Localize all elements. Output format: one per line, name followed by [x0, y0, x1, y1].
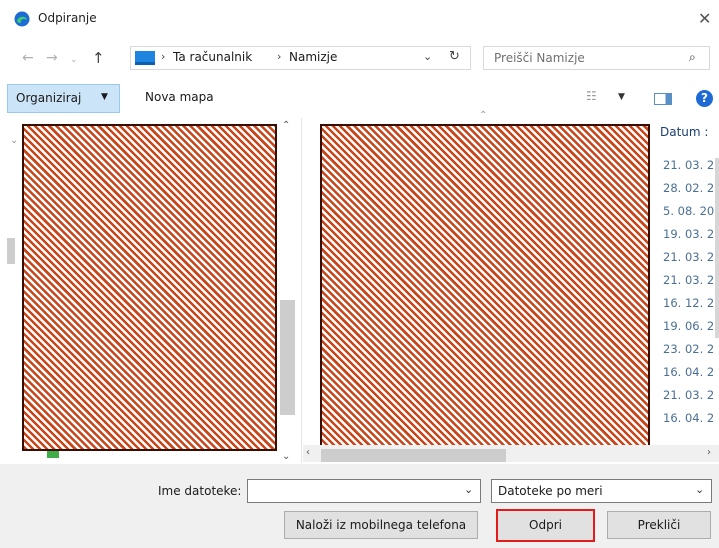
file-list-pane[interactable]: ⌃ Datum : 21. 03. 2 28. 02. 2 5. 08. 20 …: [303, 110, 719, 463]
file-date-cell[interactable]: 21. 03. 2: [663, 273, 714, 287]
nav-scrollbar-thumb[interactable]: [280, 300, 295, 415]
sort-caret-icon: ⌃: [479, 110, 488, 121]
up-arrow-icon[interactable]: ↑: [92, 49, 105, 67]
file-date-cell[interactable]: 16. 12. 2: [663, 296, 714, 310]
scroll-down-icon[interactable]: ⌄: [282, 451, 290, 462]
title-bar: Odpiranje ✕: [0, 0, 719, 38]
file-type-value: Datoteke po meri: [498, 484, 603, 498]
window-title: Odpiranje: [38, 11, 97, 25]
help-icon[interactable]: ?: [696, 90, 713, 107]
organize-button[interactable]: Organiziraj ▼: [7, 84, 120, 113]
breadcrumb-this-pc[interactable]: Ta računalnik: [173, 50, 252, 64]
filename-dropdown-icon[interactable]: ⌄: [464, 483, 473, 496]
file-list-scrollbar[interactable]: [715, 158, 719, 338]
file-date-cell[interactable]: 19. 03. 2: [663, 227, 714, 241]
nav-selection-marker: [7, 238, 15, 264]
file-type-select[interactable]: Datoteke po meri ⌄: [491, 479, 712, 503]
breadcrumb-separator: ›: [161, 50, 166, 63]
file-date-cell[interactable]: 23. 02. 2: [663, 342, 714, 356]
file-date-cell[interactable]: 16. 04. 2: [663, 411, 714, 425]
file-date-cell[interactable]: 21. 03. 2: [663, 388, 714, 402]
file-date-cell[interactable]: 16. 04. 2: [663, 365, 714, 379]
new-folder-button[interactable]: Nova mapa: [145, 90, 214, 104]
view-caret-icon[interactable]: ▼: [618, 92, 625, 102]
file-date-cell[interactable]: 5. 08. 20: [663, 204, 714, 218]
nav-item-green-icon: [47, 451, 59, 458]
forward-arrow-icon[interactable]: →: [46, 50, 58, 66]
back-arrow-icon[interactable]: ←: [22, 50, 34, 66]
scroll-right-icon[interactable]: ›: [707, 447, 711, 458]
scroll-up-icon[interactable]: ⌃: [282, 120, 290, 131]
horizontal-scrollbar-thumb[interactable]: [321, 449, 506, 462]
breadcrumb-separator: ›: [277, 50, 282, 63]
recent-locations-chevron-icon[interactable]: ⌄: [70, 55, 78, 65]
toolbar: Organiziraj ▼ Nova mapa ☷ ▼ ?: [0, 84, 719, 114]
expand-chevron-icon[interactable]: ⌄: [10, 135, 18, 146]
dialog-footer: Ime datoteke: ⌄ Datoteke po meri ⌄ Nalož…: [0, 464, 719, 548]
upload-from-mobile-button[interactable]: Naloži iz mobilnega telefona: [284, 511, 478, 539]
file-date-cell[interactable]: 21. 03. 2: [663, 158, 714, 172]
search-icon[interactable]: ⌕: [689, 50, 696, 65]
desktop-folder-icon: [135, 51, 155, 65]
file-date-cell[interactable]: 19. 06. 2: [663, 319, 714, 333]
scroll-left-icon[interactable]: ‹: [306, 447, 310, 458]
preview-pane-icon[interactable]: [654, 93, 672, 105]
address-bar[interactable]: › Ta računalnik › Namizje ⌄ ↻: [130, 46, 471, 70]
redacted-file-list: [320, 124, 650, 451]
file-date-cell[interactable]: 28. 02. 2: [663, 181, 714, 195]
date-column-header[interactable]: Datum :: [660, 125, 708, 139]
cancel-button[interactable]: Prekliči: [607, 511, 711, 539]
search-box[interactable]: ⌕: [483, 46, 710, 70]
filename-label: Ime datoteke:: [158, 484, 242, 498]
caret-down-icon: ▼: [101, 92, 108, 102]
search-input[interactable]: [484, 47, 674, 69]
refresh-icon[interactable]: ↻: [449, 49, 460, 64]
redacted-navigation-tree: [22, 124, 277, 451]
edge-app-icon: [14, 11, 30, 27]
close-icon[interactable]: ✕: [698, 9, 711, 28]
address-dropdown-icon[interactable]: ⌄: [423, 50, 432, 63]
filename-combobox[interactable]: ⌄: [247, 479, 481, 503]
navigation-pane[interactable]: ⌄ ⌃ ⌄: [0, 118, 302, 463]
organize-label: Organiziraj: [16, 91, 82, 105]
file-type-dropdown-icon[interactable]: ⌄: [695, 483, 704, 496]
breadcrumb-desktop[interactable]: Namizje: [289, 50, 337, 64]
view-options-icon[interactable]: ☷: [586, 89, 597, 103]
file-date-cell[interactable]: 21. 03. 2: [663, 250, 714, 264]
open-button[interactable]: Odpri: [496, 509, 595, 542]
